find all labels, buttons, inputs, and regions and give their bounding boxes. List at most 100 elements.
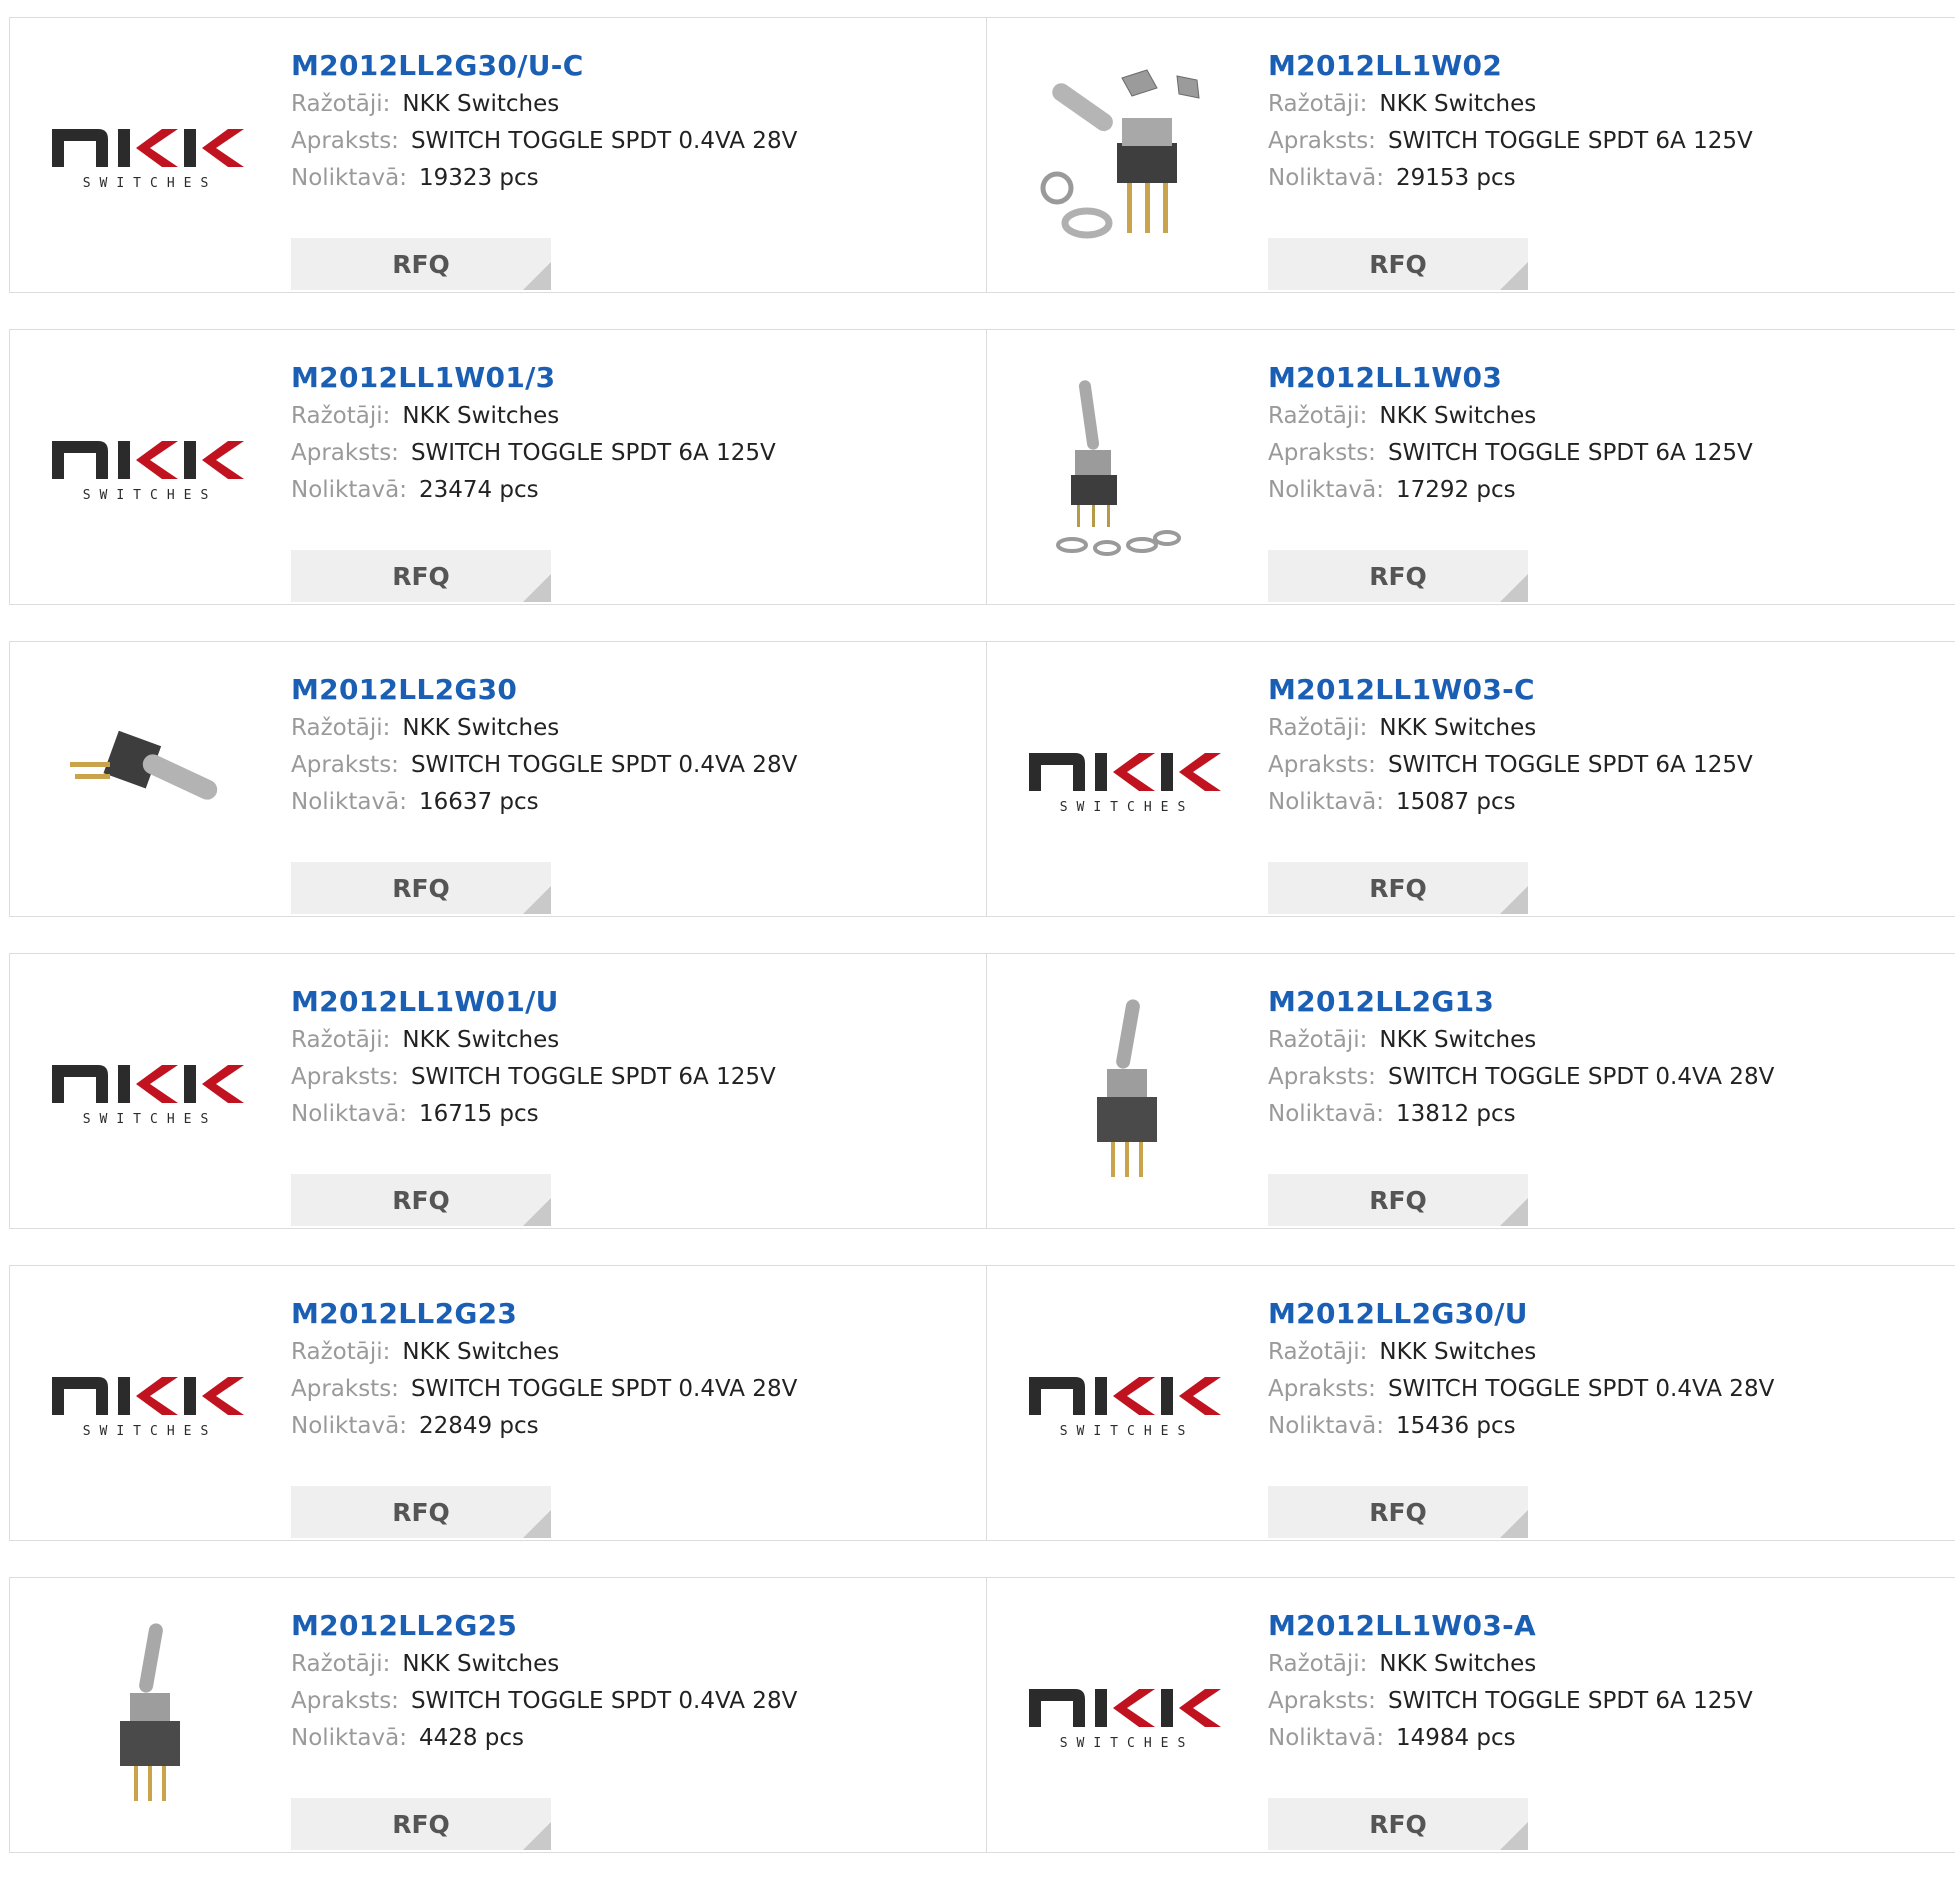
nkk-logo-image[interactable]: SWITCHES [50,370,250,570]
description-row: Apraksts: SWITCH TOGGLE SPDT 0.4VA 28V [1268,1371,1936,1408]
description-value: SWITCH TOGGLE SPDT 0.4VA 28V [410,752,798,778]
nkk-logo-image[interactable]: SWITCHES [50,58,250,258]
product-grid: SWITCHES M2012LL2G30/U-C Ražotāji: NKK Sw… [9,17,1955,1889]
product-row: M2012LL2G30 Ražotāji: NKK Switches Apraks… [9,641,1955,917]
rfq-button[interactable]: RFQ [291,1486,551,1538]
stock-value: 4428 pcs [418,1725,525,1751]
part-number-link[interactable]: M2012LL2G30/U-C [291,46,967,86]
product-info: M2012LL2G30/U Ražotāji: NKK Switches Apra… [1268,1294,1936,1538]
product-info: M2012LL2G13 Ražotāji: NKK Switches Apraks… [1268,982,1936,1226]
description-row: Apraksts: SWITCH TOGGLE SPDT 6A 125V [1268,1683,1936,1720]
product-photo[interactable] [50,682,250,882]
manufacturer-row: Ražotāji: NKK Switches [1268,86,1936,123]
product-row: SWITCHES M2012LL2G30/U-C Ražotāji: NKK Sw… [9,17,1955,293]
manufacturer-label: Ražotāji: [1268,1651,1368,1677]
part-number-link[interactable]: M2012LL2G13 [1268,982,1936,1022]
rfq-button[interactable]: RFQ [291,550,551,602]
description-row: Apraksts: SWITCH TOGGLE SPDT 0.4VA 28V [1268,1059,1936,1096]
part-number-link[interactable]: M2012LL2G30 [291,670,967,710]
part-number-link[interactable]: M2012LL2G25 [291,1606,967,1646]
product-row: SWITCHES M2012LL1W01/U Ražotāji: NKK Swit… [9,953,1955,1229]
rfq-button[interactable]: RFQ [1268,1174,1528,1226]
manufacturer-value: NKK Switches [402,91,560,117]
part-number-link[interactable]: M2012LL1W03-A [1268,1606,1936,1646]
stock-value: 15087 pcs [1395,789,1516,815]
stock-value: 16715 pcs [418,1101,539,1127]
rfq-button[interactable]: RFQ [1268,238,1528,290]
product-info: M2012LL1W03-A Ražotāji: NKK Switches Apra… [1268,1606,1936,1850]
product-info: M2012LL1W03 Ražotāji: NKK Switches Apraks… [1268,358,1936,602]
stock-label: Noliktavā: [291,1101,407,1127]
part-number-link[interactable]: M2012LL1W03-C [1268,670,1936,710]
product-photo[interactable] [1027,370,1227,570]
manufacturer-label: Ražotāji: [1268,91,1368,117]
manufacturer-label: Ražotāji: [1268,715,1368,741]
manufacturer-row: Ražotāji: NKK Switches [291,710,967,747]
stock-value: 17292 pcs [1395,477,1516,503]
description-label: Apraksts: [291,1688,399,1714]
product-photo[interactable] [1027,994,1227,1194]
stock-value: 16637 pcs [418,789,539,815]
nkk-logo-image[interactable]: SWITCHES [1027,682,1227,882]
part-number-link[interactable]: M2012LL1W02 [1268,46,1936,86]
manufacturer-label: Ražotāji: [291,403,391,429]
description-label: Apraksts: [1268,1064,1376,1090]
manufacturer-label: Ražotāji: [1268,403,1368,429]
manufacturer-label: Ražotāji: [291,1027,391,1053]
part-number-link[interactable]: M2012LL2G30/U [1268,1294,1936,1334]
logo-text: SWITCHES [83,488,218,503]
manufacturer-value: NKK Switches [402,715,560,741]
nkk-logo-image[interactable]: SWITCHES [50,994,250,1194]
description-value: SWITCH TOGGLE SPDT 6A 125V [1387,440,1753,466]
manufacturer-value: NKK Switches [402,1339,560,1365]
rfq-button[interactable]: RFQ [291,862,551,914]
stock-label: Noliktavā: [1268,165,1384,191]
description-value: SWITCH TOGGLE SPDT 6A 125V [410,1064,776,1090]
part-number-link[interactable]: M2012LL1W01/3 [291,358,967,398]
rfq-button[interactable]: RFQ [1268,1486,1528,1538]
rfq-button[interactable]: RFQ [291,1798,551,1850]
description-row: Apraksts: SWITCH TOGGLE SPDT 6A 125V [1268,747,1936,784]
stock-value: 23474 pcs [418,477,539,503]
part-number-link[interactable]: M2012LL1W03 [1268,358,1936,398]
manufacturer-row: Ražotāji: NKK Switches [1268,710,1936,747]
product-photo[interactable] [1027,58,1227,258]
stock-row: Noliktavā: 14984 pcs [1268,1720,1936,1757]
description-label: Apraksts: [1268,1688,1376,1714]
manufacturer-value: NKK Switches [1379,715,1537,741]
part-number-link[interactable]: M2012LL1W01/U [291,982,967,1022]
description-label: Apraksts: [291,128,399,154]
rfq-button[interactable]: RFQ [291,1174,551,1226]
nkk-logo-image[interactable]: SWITCHES [1027,1618,1227,1818]
stock-value: 15436 pcs [1395,1413,1516,1439]
stock-label: Noliktavā: [1268,1413,1384,1439]
product-card: SWITCHES M2012LL1W01/3 Ražotāji: NKK Swit… [9,329,988,605]
manufacturer-label: Ražotāji: [291,1339,391,1365]
rfq-button[interactable]: RFQ [291,238,551,290]
manufacturer-value: NKK Switches [402,1651,560,1677]
stock-row: Noliktavā: 22849 pcs [291,1408,967,1445]
stock-row: Noliktavā: 16637 pcs [291,784,967,821]
manufacturer-value: NKK Switches [1379,91,1537,117]
part-number-link[interactable]: M2012LL2G23 [291,1294,967,1334]
product-photo[interactable] [50,1618,250,1818]
stock-row: Noliktavā: 4428 pcs [291,1720,967,1757]
stock-row: Noliktavā: 15087 pcs [1268,784,1936,821]
product-row: SWITCHES M2012LL1W01/3 Ražotāji: NKK Swit… [9,329,1955,605]
description-value: SWITCH TOGGLE SPDT 0.4VA 28V [1387,1376,1775,1402]
stock-value: 14984 pcs [1395,1725,1516,1751]
nkk-logo-image[interactable]: SWITCHES [50,1306,250,1506]
rfq-button[interactable]: RFQ [1268,550,1528,602]
description-value: SWITCH TOGGLE SPDT 6A 125V [1387,1688,1753,1714]
stock-label: Noliktavā: [1268,789,1384,815]
nkk-logo-image[interactable]: SWITCHES [1027,1306,1227,1506]
product-info: M2012LL2G30 Ražotāji: NKK Switches Apraks… [291,670,967,914]
manufacturer-row: Ražotāji: NKK Switches [291,86,967,123]
manufacturer-label: Ražotāji: [1268,1339,1368,1365]
rfq-button[interactable]: RFQ [1268,862,1528,914]
stock-label: Noliktavā: [1268,477,1384,503]
manufacturer-value: NKK Switches [1379,1651,1537,1677]
rfq-button[interactable]: RFQ [1268,1798,1528,1850]
manufacturer-label: Ražotāji: [291,1651,391,1677]
product-info: M2012LL2G30/U-C Ražotāji: NKK Switches Ap… [291,46,967,290]
